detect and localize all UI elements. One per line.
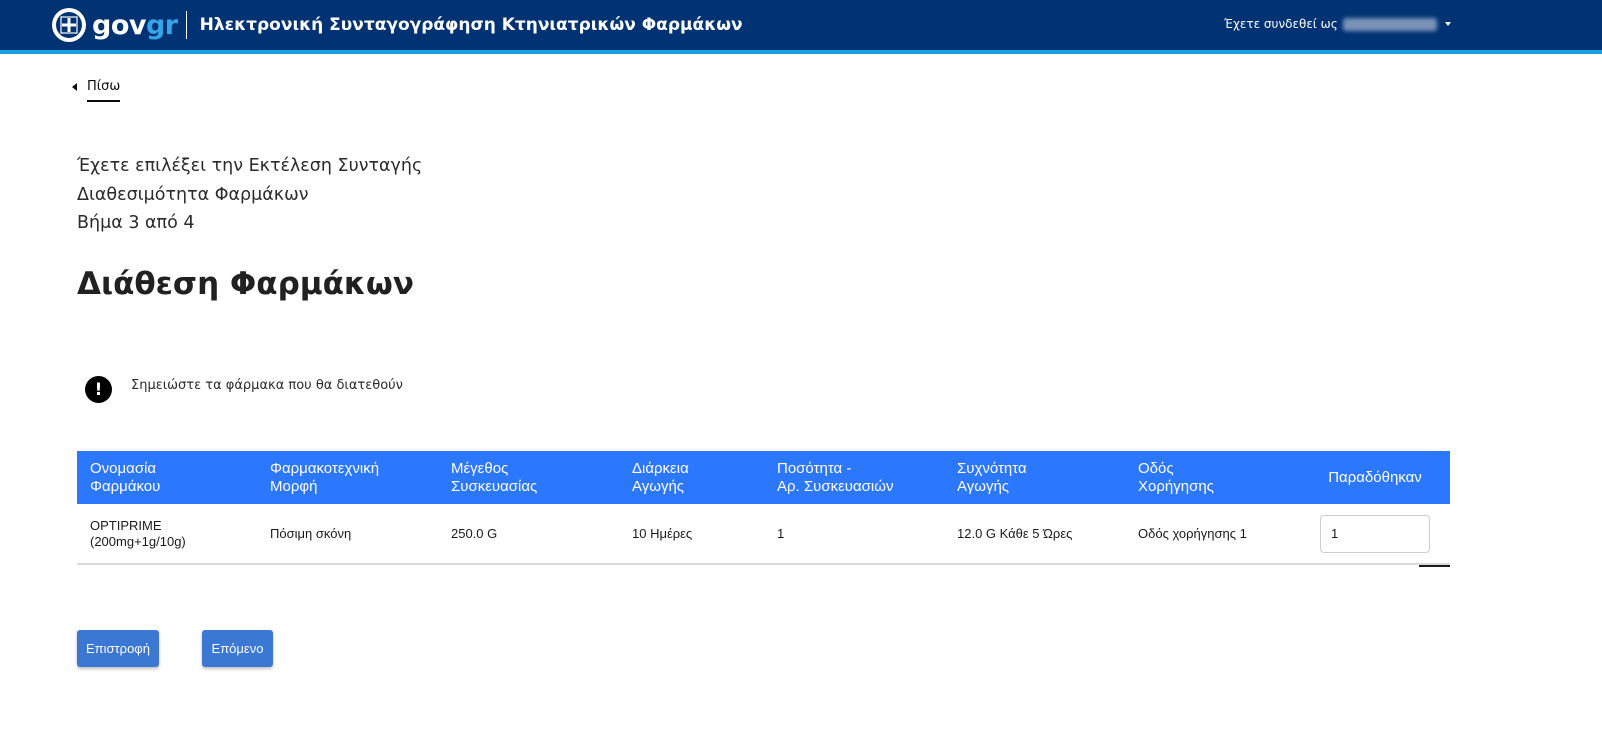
column-header-frequency: Συχνότητα Αγωγής (944, 451, 1125, 504)
column-header-package-size: Μέγεθος Συσκευασίας (438, 451, 619, 504)
table-row: OPTIPRIME (200mg+1g/10g) Πόσιμη σκόνη 250… (77, 504, 1450, 565)
column-header-quantity: Ποσότητα - Αρ. Συσκευασιών (764, 451, 944, 504)
logo-accent: gr (145, 9, 178, 41)
cell-quantity: 1 (764, 504, 944, 565)
back-link-label: Πίσω (87, 79, 121, 102)
delivered-quantity-input[interactable] (1320, 514, 1430, 553)
step-info: Έχετε επιλέξει την Εκτέλεση Συνταγής Δια… (77, 152, 422, 238)
exclamation-circle-icon: ! (85, 376, 112, 403)
cell-form: Πόσιμη σκόνη (257, 504, 438, 565)
next-button[interactable]: Επόμενο (202, 630, 273, 667)
notice: ! Σημειώστε τα φάρμακα που θα διατεθούν (85, 376, 403, 403)
cell-drug-name: OPTIPRIME (200mg+1g/10g) (77, 504, 257, 565)
column-header-duration: Διάρκεια Αγωγής (619, 451, 764, 504)
table-header-row: Ονομασία Φαρμάκου Φαρμακοτεχνική Μορφή Μέγ… (77, 451, 1450, 504)
notice-text: Σημειώστε τα φάρμακα που θα διατεθούν (131, 378, 403, 393)
username-redacted (1342, 17, 1437, 31)
govgr-logo: govgr (92, 12, 178, 39)
step-counter: Βήμα 3 από 4 (77, 213, 195, 233)
site-title: Ηλεκτρονική Συνταγογράφηση Κτηνιατρικών … (199, 15, 743, 35)
cell-delivered (1300, 504, 1450, 565)
column-header-form: Φαρμακοτεχνική Μορφή (257, 451, 438, 504)
page-title: Διάθεση Φαρμάκων (77, 266, 414, 302)
section-text: Διαθεσιμότητα Φαρμάκων (77, 184, 309, 205)
selected-action-text: Έχετε επιλέξει την Εκτέλεση Συνταγής (77, 156, 423, 176)
greek-state-emblem-icon (52, 8, 86, 42)
caret-left-icon (72, 82, 77, 91)
logo-main: gov (92, 9, 146, 41)
cell-route: Οδός χορήγησης 1 (1125, 504, 1300, 565)
column-header-drug-name: Ονομασία Φαρμάκου (77, 451, 257, 504)
drugs-table: Ονομασία Φαρμάκου Φαρμακοτεχνική Μορφή Μέγ… (77, 451, 1450, 565)
cell-duration: 10 Ημέρες (619, 504, 764, 565)
cell-frequency: 12.0 G Κάθε 5 Ώρες (944, 504, 1125, 565)
top-header-bar: govgr Ηλεκτρονική Συνταγογράφηση Κτηνιατ… (0, 0, 1602, 54)
logo-divider (185, 11, 187, 39)
logged-in-label: Έχετε συνδεθεί ως (1224, 17, 1338, 31)
caret-down-icon (1444, 22, 1451, 26)
brand[interactable]: govgr Ηλεκτρονική Συνταγογράφηση Κτηνιατ… (52, 5, 743, 45)
cell-package-size: 250.0 G (438, 504, 619, 565)
input-focus-underline (1419, 565, 1450, 567)
back-link[interactable]: Πίσω (72, 71, 121, 102)
user-menu[interactable]: Έχετε συνδεθεί ως (1224, 14, 1451, 34)
column-header-route: Οδός Χορήγησης (1125, 451, 1300, 504)
back-button[interactable]: Επιστροφή (77, 630, 159, 667)
column-header-delivered: Παραδόθηκαν (1300, 451, 1450, 504)
